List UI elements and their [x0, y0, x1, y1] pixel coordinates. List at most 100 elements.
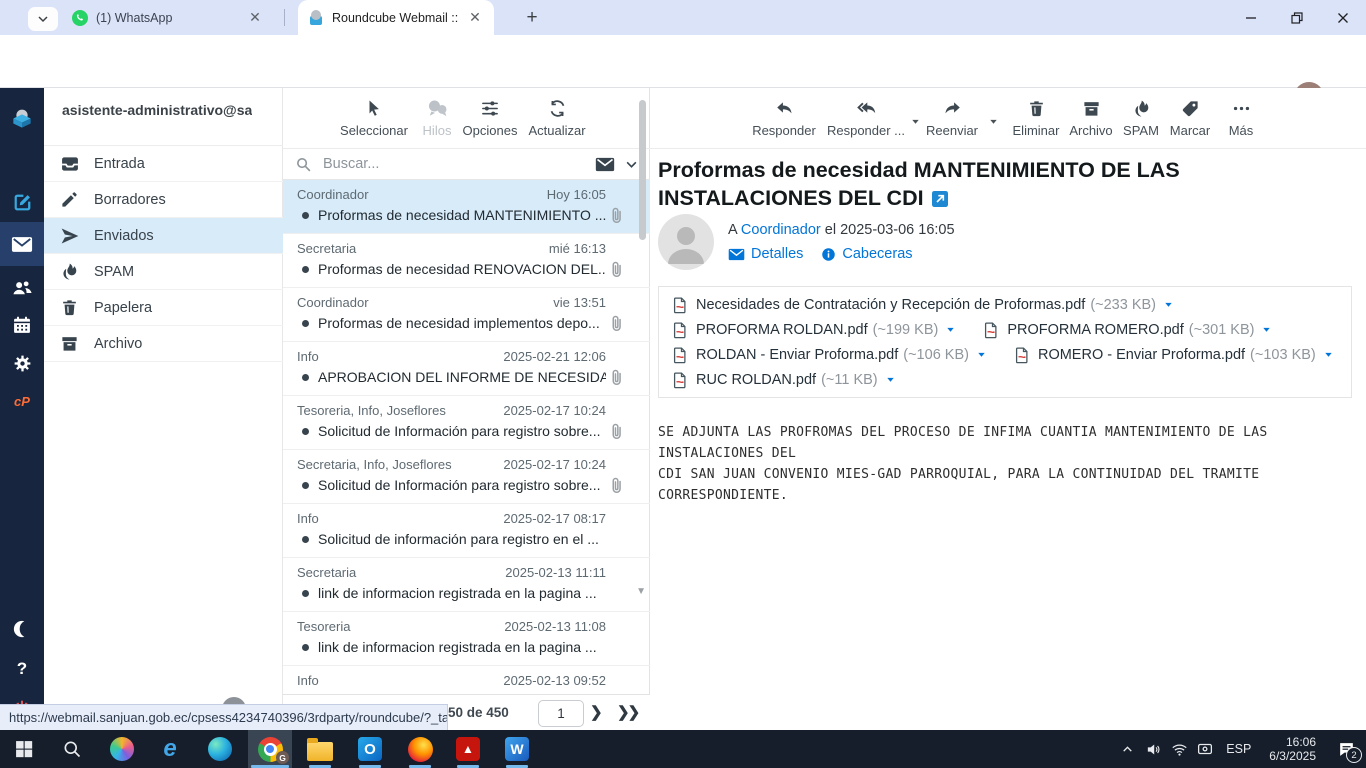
search-input[interactable]	[321, 155, 589, 173]
attachment-icon	[607, 206, 626, 225]
rail-item-dark-mode-moon[interactable]	[0, 610, 44, 648]
attachment-item[interactable]: PROFORMA ROLDAN.pdf(~199 KB)	[671, 321, 956, 339]
tab-search-button[interactable]	[28, 7, 58, 31]
refresh-icon	[548, 99, 567, 118]
rail-item-contacts[interactable]	[0, 268, 44, 306]
window-minimize-button[interactable]	[1228, 0, 1274, 35]
reader-toolbar-responder-button[interactable]: Responder	[739, 95, 829, 138]
roundcube-logo-icon	[9, 106, 35, 132]
taskbar-file-explorer[interactable]	[298, 730, 342, 768]
rail-item-calendar[interactable]	[0, 306, 44, 344]
reader-toolbar-responder-button[interactable]: Responder ...	[821, 95, 911, 138]
folder-label: SPAM	[94, 264, 134, 280]
windows-start-icon	[14, 739, 34, 759]
windows-taskbar: ESP 16:06 6/3/2025 2 e G O ▲W	[0, 730, 1366, 768]
attachment-item[interactable]: Necesidades de Contratación y Recepción …	[671, 296, 1174, 314]
message-row[interactable]: Info2025-02-17 08:17Solicitud de informa…	[283, 504, 650, 558]
taskbar-firefox[interactable]	[398, 730, 442, 768]
window-close-button[interactable]	[1320, 0, 1366, 35]
rail-item-compose[interactable]	[0, 183, 44, 221]
attachment-menu-caret-icon[interactable]	[1323, 349, 1334, 360]
calendar-icon	[12, 315, 32, 335]
folder-panel: asistente-administrativo@sa... ⋮ Entrada…	[44, 88, 283, 730]
rail-item-settings[interactable]	[0, 344, 44, 382]
next-page-icon[interactable]: ❯	[590, 703, 601, 721]
rail-item-cpanel[interactable]: cP	[0, 382, 44, 420]
message-reader-panel: ResponderResponder ...ReenviarEliminarAr…	[650, 88, 1366, 730]
reader-toolbar-reenviar-button[interactable]: Reenviar	[907, 95, 997, 138]
attachment-name: ROMERO - Enviar Proforma.pdf	[1038, 347, 1245, 363]
taskbar-chrome[interactable]: G	[248, 730, 292, 768]
tab-roundcube[interactable]: Roundcube Webmail :: Enviados ✕	[298, 0, 494, 35]
window-restore-button[interactable]	[1274, 0, 1320, 35]
search-scope-mail-icon[interactable]	[595, 157, 615, 172]
message-row[interactable]: CoordinadorHoy 16:05Proformas de necesid…	[283, 180, 650, 234]
list-scroll-down-icon[interactable]: ▼	[636, 586, 646, 597]
sidebar-item-archivo[interactable]: Archivo	[44, 326, 283, 362]
attachment-menu-caret-icon[interactable]	[1261, 324, 1272, 335]
new-tab-button[interactable]: +	[520, 6, 544, 30]
headers-link[interactable]: Cabeceras	[821, 246, 912, 262]
search-options-chevron-icon[interactable]	[625, 158, 638, 171]
wifi-icon[interactable]	[1166, 730, 1192, 768]
attachment-menu-caret-icon[interactable]	[945, 324, 956, 335]
last-page-icon[interactable]: ❯❯	[617, 703, 638, 721]
attachment-row: ROLDAN - Enviar Proforma.pdf(~106 KB) ROM…	[671, 342, 1339, 367]
reader-toolbar-más-button[interactable]: Más	[1196, 95, 1286, 138]
rail-item-help[interactable]: ?	[0, 650, 44, 688]
language-indicator[interactable]: ESP	[1218, 742, 1259, 756]
volume-icon[interactable]	[1140, 730, 1166, 768]
attachment-list: Necesidades de Contratación y Recepción …	[658, 286, 1352, 398]
sidebar-item-papelera[interactable]: Papelera	[44, 290, 283, 326]
message-subject: Solicitud de Información para registro s…	[318, 423, 600, 439]
attachment-item[interactable]: RUC ROLDAN.pdf(~11 KB)	[671, 371, 896, 389]
taskbar-outlook[interactable]: O	[348, 730, 392, 768]
taskbar-internet-explorer[interactable]: e	[148, 730, 192, 768]
rail-item-roundcube-logo[interactable]	[0, 100, 44, 138]
notification-center-icon[interactable]: 2	[1326, 730, 1366, 768]
page-number-input[interactable]	[538, 700, 584, 727]
list-scrollbar-thumb[interactable]	[639, 100, 646, 240]
taskbar-start-button[interactable]	[2, 730, 46, 768]
message-row[interactable]: Secretaria2025-02-13 11:11link de inform…	[283, 558, 650, 612]
message-row[interactable]: Tesoreria2025-02-13 11:08link de informa…	[283, 612, 650, 666]
sidebar-item-spam[interactable]: SPAM	[44, 254, 283, 290]
taskbar-word[interactable]: W	[495, 730, 539, 768]
taskbar-taskbar-search[interactable]	[50, 730, 94, 768]
details-link[interactable]: Detalles	[728, 246, 803, 262]
list-toolbar-actualizar-button[interactable]: Actualizar	[509, 95, 605, 138]
button-label: Responder	[752, 123, 816, 138]
message-row[interactable]: Tesoreria, Info, Joseflores2025-02-17 10…	[283, 396, 650, 450]
taskbar-acrobat[interactable]: ▲	[446, 730, 490, 768]
attachment-item[interactable]: PROFORMA ROMERO.pdf(~301 KB)	[982, 321, 1272, 339]
attachment-menu-caret-icon[interactable]	[1163, 299, 1174, 310]
taskbar-copilot[interactable]	[100, 730, 144, 768]
clock[interactable]: 16:06 6/3/2025	[1259, 735, 1326, 763]
open-in-new-window-icon[interactable]	[932, 191, 948, 207]
tray-chevron-icon[interactable]	[1114, 730, 1140, 768]
message-row[interactable]: Secretariamié 16:13Proformas de necesida…	[283, 234, 650, 288]
message-row[interactable]: Info2025-02-13 09:52	[283, 666, 650, 694]
meet-now-icon[interactable]	[1192, 730, 1218, 768]
attachment-menu-caret-icon[interactable]	[976, 349, 987, 360]
tab-close-icon[interactable]: ✕	[246, 9, 264, 27]
system-tray: ESP 16:06 6/3/2025 2	[1114, 730, 1366, 768]
sidebar-item-enviados[interactable]: Enviados	[44, 218, 283, 254]
sidebar-item-borradores[interactable]: Borradores	[44, 182, 283, 218]
message-row[interactable]: Coordinadorvie 13:51Proformas de necesid…	[283, 288, 650, 342]
sidebar-item-entrada[interactable]: Entrada	[44, 146, 283, 182]
attachment-item[interactable]: ROMERO - Enviar Proforma.pdf(~103 KB)	[1013, 346, 1334, 364]
tab-close-icon[interactable]: ✕	[466, 9, 484, 27]
unread-indicator	[302, 428, 309, 435]
attachment-menu-caret-icon[interactable]	[885, 374, 896, 385]
tab-whatsapp[interactable]: (1) WhatsApp ✕	[62, 0, 274, 35]
message-row[interactable]: Secretaria, Info, Joseflores2025-02-17 1…	[283, 450, 650, 504]
rail-item-mail[interactable]	[0, 222, 44, 266]
taskbar-search-icon	[62, 739, 82, 759]
attachment-item[interactable]: ROLDAN - Enviar Proforma.pdf(~106 KB)	[671, 346, 987, 364]
recipient-link[interactable]: Coordinador	[741, 222, 821, 238]
tab-divider	[284, 9, 285, 26]
attachment-name: RUC ROLDAN.pdf	[696, 372, 816, 388]
taskbar-edge[interactable]	[198, 730, 242, 768]
message-row[interactable]: Info2025-02-21 12:06APROBACION DEL INFOR…	[283, 342, 650, 396]
